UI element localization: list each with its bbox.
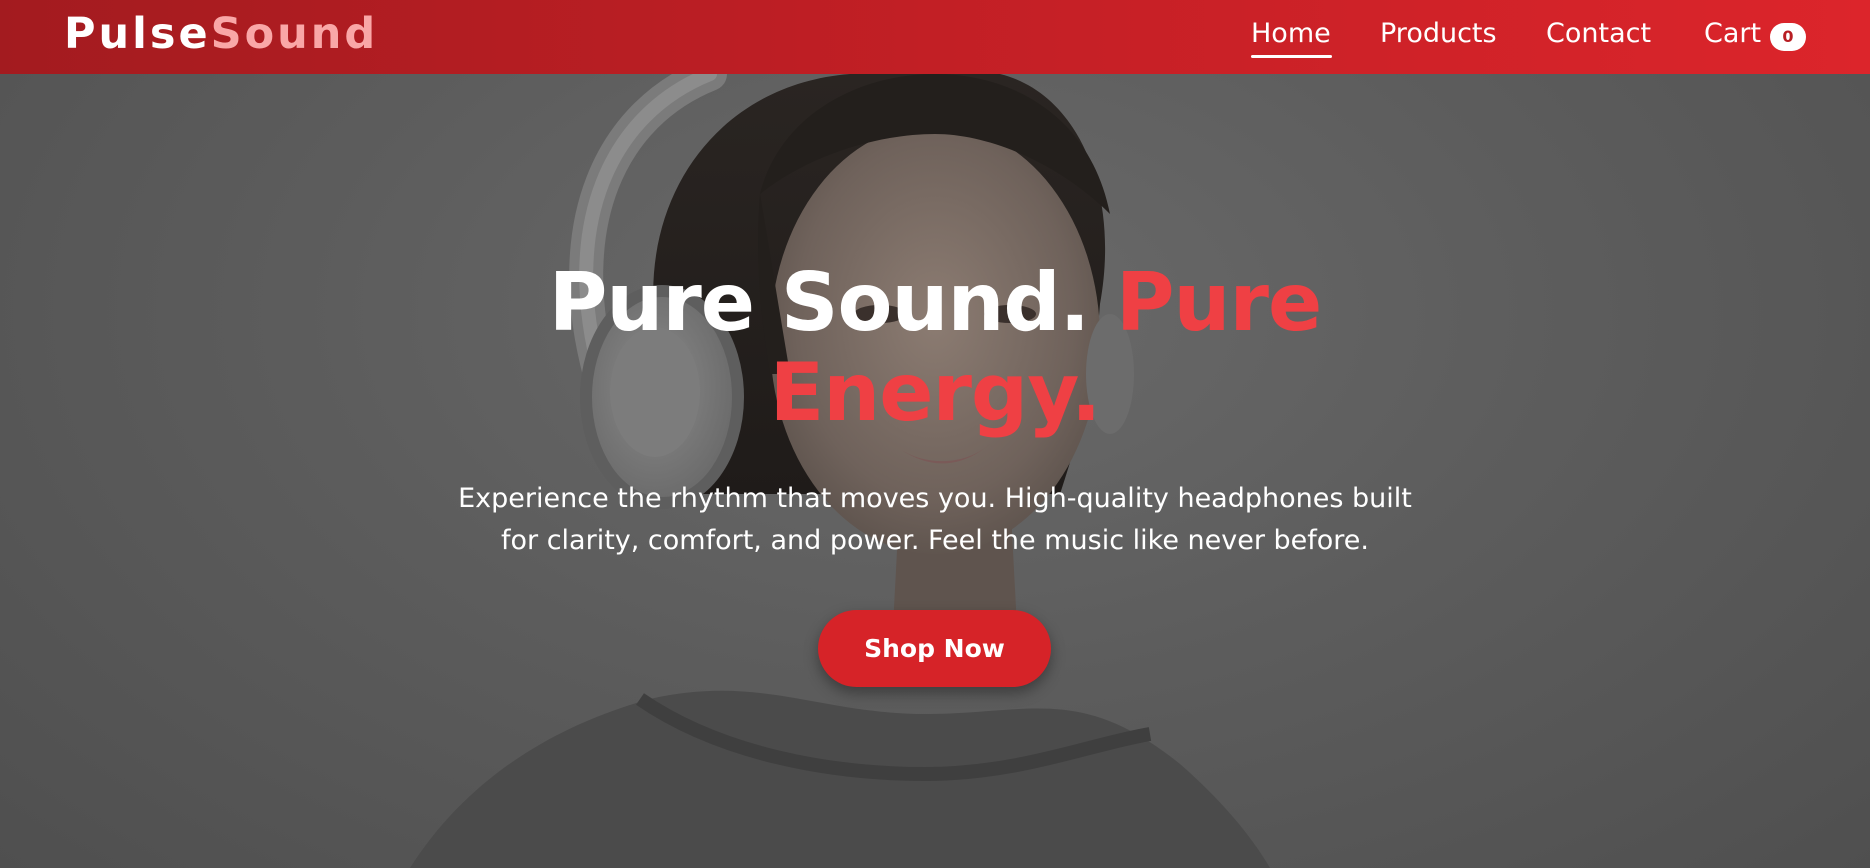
brand-logo[interactable]: PulseSound: [64, 8, 378, 60]
nav-link-cart[interactable]: Cart: [1704, 16, 1761, 52]
hero-title: Pure Sound. Pure Energy.: [335, 258, 1535, 438]
shop-now-button[interactable]: Shop Now: [818, 610, 1051, 687]
nav-link-products[interactable]: Products: [1380, 16, 1497, 52]
hero-subtitle: Experience the rhythm that moves you. Hi…: [395, 478, 1475, 562]
cart-count-badge[interactable]: 0: [1770, 23, 1806, 51]
hero-title-accent-1: Pure: [1115, 256, 1322, 349]
active-nav-underline: [1251, 55, 1332, 58]
hero-title-white: Pure Sound.: [548, 256, 1090, 349]
brand-name-part2: Sound: [210, 9, 379, 59]
page: PulseSound Home Products Contact Cart 0: [0, 0, 1870, 868]
navbar: PulseSound Home Products Contact Cart 0: [0, 0, 1870, 74]
hero-title-accent-2: Energy.: [769, 346, 1102, 439]
hero-subtitle-line1: Experience the rhythm that moves you. Hi…: [458, 483, 1412, 514]
brand-name-part1: Pulse: [64, 9, 211, 59]
nav-link-contact[interactable]: Contact: [1546, 16, 1651, 52]
hero-section: Pure Sound. Pure Energy. Experience the …: [0, 74, 1870, 868]
nav-link-home[interactable]: Home: [1251, 16, 1331, 52]
hero-background-photo: [410, 74, 1270, 868]
hero-subtitle-line2: for clarity, comfort, and power. Feel th…: [501, 525, 1369, 556]
